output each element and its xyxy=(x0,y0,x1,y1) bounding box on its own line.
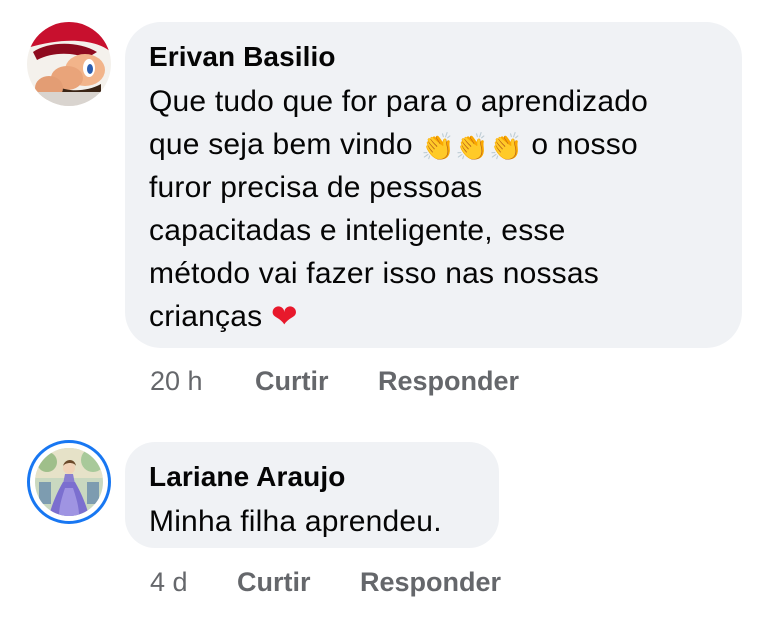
mario-avatar-icon xyxy=(27,22,111,106)
reply-button[interactable]: Responder xyxy=(378,366,519,397)
timestamp[interactable]: 20 h xyxy=(150,366,203,397)
red-heart-icon: ❤ xyxy=(270,298,298,334)
comment-text: Minha filha aprendeu. xyxy=(149,505,442,538)
avatar[interactable] xyxy=(27,22,111,106)
comment-text-segment: o nosso xyxy=(531,128,638,161)
comment-author[interactable]: Erivan Basilio xyxy=(149,40,716,74)
princess-painting-icon xyxy=(35,448,103,516)
clapping-hands-icon: 👏 xyxy=(421,132,456,162)
comment-bubble: Lariane Araujo Minha filha aprendeu. xyxy=(125,442,499,548)
like-button[interactable]: Curtir xyxy=(237,567,311,598)
comment-text-line: crianças ❤ xyxy=(149,295,716,338)
comment-text-line: que seja bem vindo 👏👏👏 o nosso xyxy=(149,123,716,166)
comment-actions: 4 d Curtir Responder xyxy=(150,567,650,601)
comment-bubble: Erivan Basilio Que tudo que for para o a… xyxy=(125,22,742,348)
avatar[interactable] xyxy=(27,440,111,524)
like-button[interactable]: Curtir xyxy=(255,366,329,397)
timestamp[interactable]: 4 d xyxy=(150,567,188,598)
reply-button[interactable]: Responder xyxy=(360,567,501,598)
comment-text-line: método vai fazer isso nas nossas xyxy=(149,257,599,290)
comment-author[interactable]: Lariane Araujo xyxy=(149,460,473,494)
avatar-image xyxy=(35,448,103,516)
comment-text-line: capacitadas e inteligente, esse xyxy=(149,214,566,247)
clapping-hands-icon: 👏 xyxy=(455,132,489,162)
comment-text-line: Que tudo que for para o aprendizado xyxy=(149,85,649,118)
comment-text-segment: que seja bem vindo xyxy=(149,128,413,161)
comment-actions: 20 h Curtir Responder xyxy=(150,366,650,400)
comment-text: Que tudo que for para o aprendizado que … xyxy=(149,80,716,338)
comment-text-segment: crianças xyxy=(149,300,263,333)
clapping-hands-icon: 👏 xyxy=(488,132,523,162)
comment-text-line: furor precisa de pessoas xyxy=(149,171,483,204)
